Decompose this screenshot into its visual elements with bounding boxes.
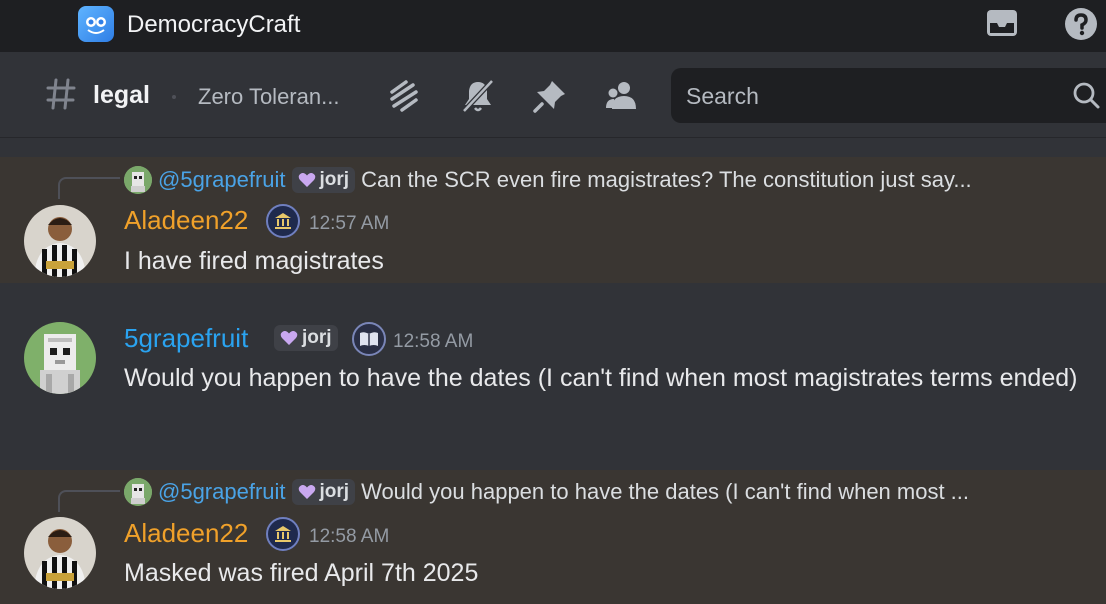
message-content: Masked was fired April 7th 2025 [124, 559, 479, 587]
avatar[interactable] [24, 322, 96, 394]
pin-icon[interactable] [532, 78, 568, 114]
mute-notifications-icon[interactable] [460, 78, 496, 114]
reply-mention[interactable]: @5grapefruit [158, 167, 286, 193]
heart-icon [298, 485, 315, 499]
search-icon[interactable] [1071, 80, 1101, 110]
reply-connector [58, 177, 120, 199]
members-icon[interactable] [604, 78, 640, 114]
hash-icon [46, 78, 76, 110]
server-name: DemocracyCraft [127, 11, 301, 38]
timestamp[interactable]: 12:58 AM [393, 331, 473, 353]
reply-text[interactable]: Would you happen to have the dates (I ca… [361, 479, 969, 505]
guild-tag-label: jorj [319, 169, 350, 190]
message-item[interactable]: 5grapefruit jorj 12:58 AM Would you happ… [0, 300, 1106, 450]
threads-icon[interactable] [386, 78, 422, 114]
reply-mention[interactable]: @5grapefruit [158, 479, 286, 505]
reply-avatar [124, 478, 152, 506]
message-item[interactable]: @5grapefruit jorj Can the SCR even fire … [0, 157, 1106, 283]
avatar[interactable] [24, 517, 96, 589]
channel-topic[interactable]: Zero Toleran... [198, 84, 339, 110]
heart-icon [298, 173, 315, 187]
reply-avatar [124, 166, 152, 194]
title-bar: DemocracyCraft [0, 0, 1106, 52]
channel-name[interactable]: legal [93, 81, 150, 110]
reply-preview[interactable]: @5grapefruit jorj Would you happen to ha… [124, 478, 969, 506]
help-icon[interactable] [1064, 7, 1098, 41]
inbox-icon[interactable] [985, 8, 1019, 38]
username[interactable]: 5grapefruit [124, 323, 248, 354]
guild-tag-label: jorj [302, 327, 332, 348]
reply-text[interactable]: Can the SCR even fire magistrates? The c… [361, 167, 972, 193]
reply-connector [58, 490, 120, 512]
guild-tag-label: jorj [319, 481, 350, 502]
timestamp[interactable]: 12:58 AM [309, 526, 389, 548]
guild-tag[interactable]: jorj [291, 167, 356, 193]
message-content: I have fired magistrates [124, 247, 384, 275]
guild-tag[interactable]: jorj [291, 479, 356, 505]
separator-dot [172, 95, 176, 99]
username[interactable]: Aladeen22 [124, 518, 248, 549]
search-input[interactable]: Search [671, 68, 1106, 123]
role-icon[interactable] [266, 204, 300, 238]
reply-preview[interactable]: @5grapefruit jorj Can the SCR even fire … [124, 166, 972, 194]
server-icon[interactable] [78, 6, 114, 42]
timestamp[interactable]: 12:57 AM [309, 213, 389, 235]
message-content: Would you happen to have the dates (I ca… [124, 364, 1078, 392]
avatar[interactable] [24, 205, 96, 277]
message-item[interactable]: @5grapefruit jorj Would you happen to ha… [0, 470, 1106, 604]
book-role-icon[interactable] [352, 322, 386, 356]
role-icon[interactable] [266, 517, 300, 551]
search-placeholder: Search [686, 83, 759, 109]
heart-icon [280, 331, 298, 345]
guild-tag[interactable]: jorj [274, 325, 338, 351]
username[interactable]: Aladeen22 [124, 205, 248, 236]
